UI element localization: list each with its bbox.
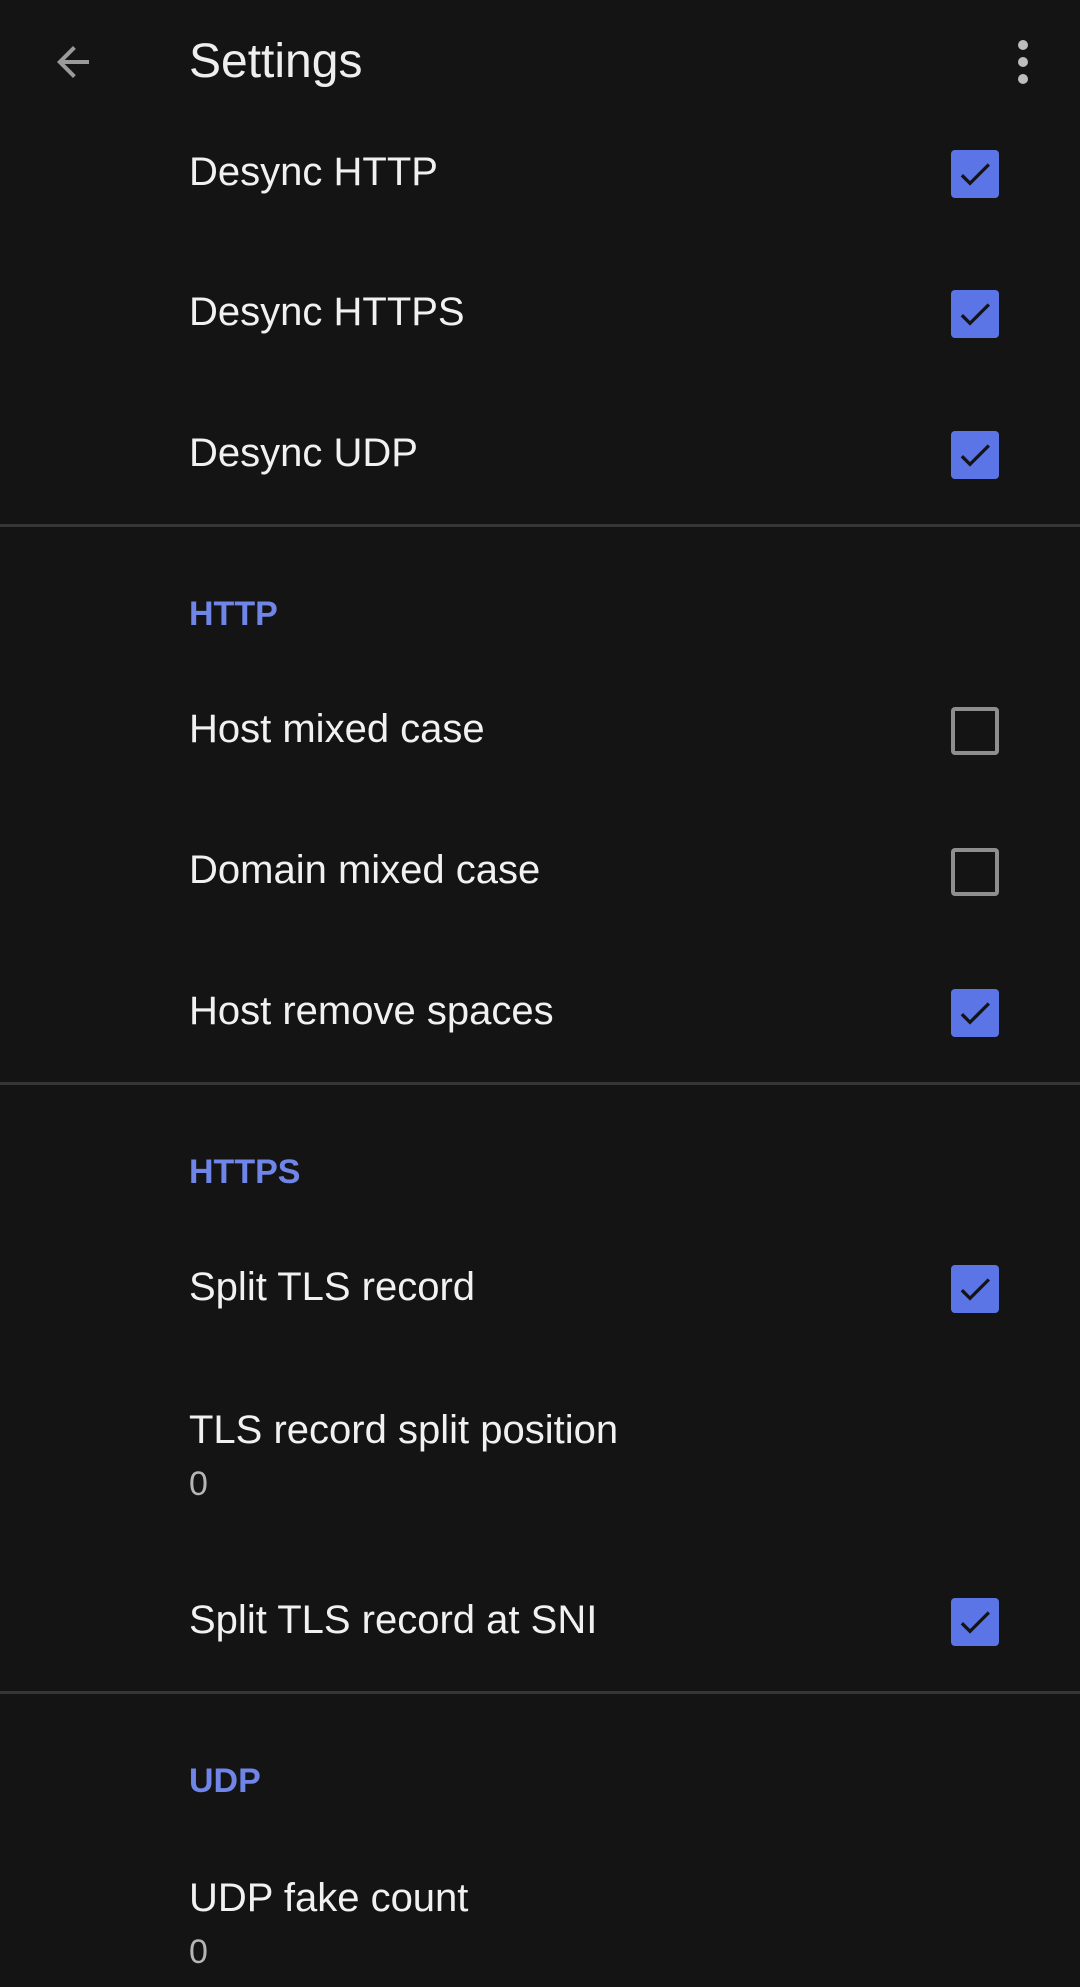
- domain-mixed-case-checkbox[interactable]: [951, 848, 999, 896]
- pref-domain-mixed-case[interactable]: Domain mixed case: [0, 824, 1080, 918]
- desync-udp-checkbox[interactable]: [951, 431, 999, 479]
- pref-label: Domain mixed case: [189, 848, 541, 892]
- desync-http-checkbox[interactable]: [951, 150, 999, 198]
- pref-label: Desync UDP: [189, 431, 418, 475]
- pref-label: Split TLS record: [189, 1265, 476, 1309]
- pref-host-mixed-case[interactable]: Host mixed case: [0, 683, 1080, 777]
- section-header-http: HTTP: [189, 595, 278, 633]
- check-icon: [960, 163, 990, 186]
- section-divider: [0, 1082, 1080, 1085]
- section-divider: [0, 1691, 1080, 1694]
- pref-split-tls-record[interactable]: Split TLS record: [0, 1241, 1080, 1335]
- app-bar: Settings: [0, 0, 1080, 126]
- back-button[interactable]: [40, 32, 106, 92]
- pref-label: UDP fake count: [189, 1876, 469, 1920]
- check-icon: [960, 303, 990, 326]
- section-header-https: HTTPS: [189, 1153, 301, 1191]
- pref-tls-split-position[interactable]: TLS record split position 0: [0, 1380, 1080, 1520]
- pref-udp-fake-count[interactable]: UDP fake count 0: [0, 1848, 1080, 1987]
- check-icon: [960, 1002, 990, 1025]
- arrow-left-icon: [57, 46, 89, 78]
- pref-split-tls-at-sni[interactable]: Split TLS record at SNI: [0, 1574, 1080, 1668]
- host-mixed-case-checkbox[interactable]: [951, 707, 999, 755]
- pref-label: Desync HTTP: [189, 150, 438, 194]
- pref-label: TLS record split position: [189, 1408, 619, 1452]
- more-vert-icon: [1018, 40, 1028, 84]
- pref-label: Host mixed case: [189, 707, 485, 751]
- check-icon: [960, 444, 990, 467]
- pref-label: Host remove spaces: [189, 989, 554, 1033]
- section-divider: [0, 524, 1080, 527]
- pref-desync-http[interactable]: Desync HTTP: [0, 126, 1080, 220]
- check-icon: [960, 1278, 990, 1301]
- pref-label: Desync HTTPS: [189, 290, 465, 334]
- section-header-udp: UDP: [189, 1762, 261, 1800]
- pref-value: 0: [189, 1933, 208, 1971]
- pref-label: Split TLS record at SNI: [189, 1598, 598, 1642]
- check-icon: [960, 1611, 990, 1634]
- pref-host-remove-spaces[interactable]: Host remove spaces: [0, 965, 1080, 1059]
- split-at-sni-checkbox[interactable]: [951, 1598, 999, 1646]
- desync-https-checkbox[interactable]: [951, 290, 999, 338]
- pref-desync-udp[interactable]: Desync UDP: [0, 407, 1080, 501]
- page-title: Settings: [189, 35, 363, 88]
- host-remove-spaces-checkbox[interactable]: [951, 989, 999, 1037]
- more-options-button[interactable]: [1000, 30, 1046, 94]
- pref-desync-https[interactable]: Desync HTTPS: [0, 266, 1080, 360]
- split-tls-record-checkbox[interactable]: [951, 1265, 999, 1313]
- pref-value: 0: [189, 1465, 208, 1503]
